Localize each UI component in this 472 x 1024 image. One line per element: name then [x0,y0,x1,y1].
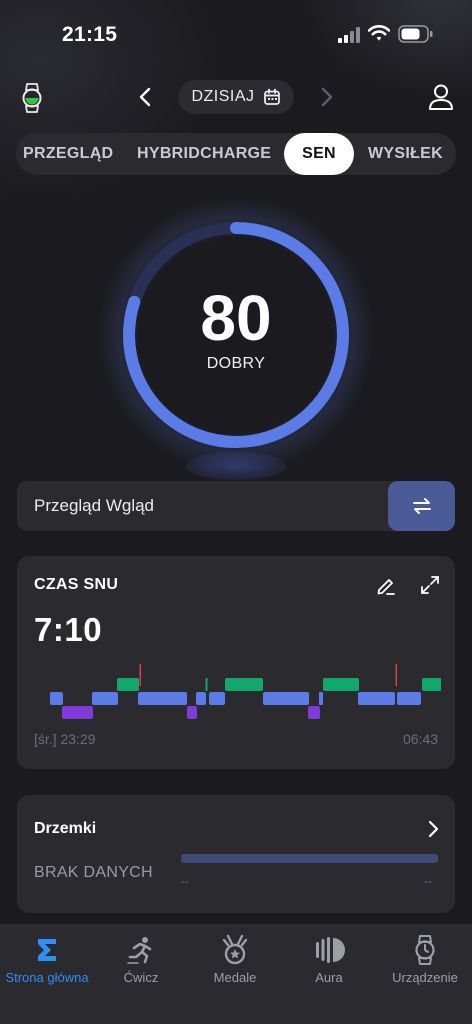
nav-medals[interactable]: Medale [188,932,282,985]
bottom-navigation: Strona główna Ćwicz Medale Aura Urządzen… [0,924,472,1024]
sleep-duration: 7:10 [34,611,103,648]
previous-day-button[interactable] [136,86,156,108]
battery-icon [398,25,433,43]
insight-label: Przegląd Wgląd [34,496,155,515]
status-time: 21:15 [62,23,118,46]
nav-exercise[interactable]: Ćwicz [94,932,188,985]
next-day-button[interactable] [316,86,336,108]
sleep-time-card[interactable]: CZAS SNU 7:10 [śr.] 23:29 06:43 [17,556,455,769]
naps-start-dash: -- [181,874,189,888]
signal-icon [338,27,360,43]
sleep-time-title: CZAS SNU [34,576,119,593]
watch-status-icon[interactable] [20,82,44,114]
naps-end-dash: -- [424,874,432,888]
nav-medals-label: Medale [213,970,257,985]
swap-icon [412,498,431,514]
expand-icon[interactable] [419,574,441,596]
stage-deep [308,706,320,719]
nav-home[interactable]: Strona główna [0,932,94,985]
swap-view-button[interactable] [388,481,455,531]
stage-light [92,692,118,705]
sleep-score-value: 80 [200,282,272,354]
stage-rem [323,678,359,691]
aura-icon [316,937,345,963]
profile-icon[interactable] [427,83,455,111]
status-bar: 21:15 [0,0,472,70]
nav-aura-label: Aura [315,970,343,985]
sigma-icon [38,939,56,961]
stage-light [138,692,187,705]
stage-awake [395,664,397,686]
nav-aura[interactable]: Aura [282,932,376,985]
watch-icon [415,935,435,965]
date-label: DZISIAJ [191,88,255,105]
stage-light [319,692,323,705]
section-tabs: PRZEGLĄD HYBRIDCHARGE SEN WYSIŁEK [16,133,456,175]
naps-no-data: BRAK DANYCH [34,864,153,881]
sleep-start-time: [śr.] 23:29 [34,731,96,747]
stage-light [196,692,206,705]
stage-awake [139,664,141,686]
naps-card[interactable]: Drzemki BRAK DANYCH -- -- [17,795,455,913]
stage-light [50,692,63,705]
tab-sen[interactable]: SEN [284,133,354,175]
medal-icon [222,934,248,965]
chevron-right-icon[interactable] [425,819,441,839]
stage-light [263,692,309,705]
tab-hybridcharge[interactable]: HYBRIDCHARGE [137,133,277,175]
sleep-score-label: DOBRY [206,355,266,372]
stage-deep [62,706,93,719]
sleep-hypnogram [50,664,441,719]
stage-rem [225,678,263,691]
running-icon [127,937,152,964]
sleep-end-time: 06:43 [402,731,438,747]
stage-rem [422,678,441,691]
wifi-icon [368,25,390,41]
stage-rem [205,678,208,691]
tab-przeglad[interactable]: PRZEGLĄD [23,133,117,175]
naps-timeline-bar [181,854,438,863]
stage-deep [187,706,197,719]
date-selector[interactable]: DZISIAJ [178,80,294,114]
calendar-icon [263,88,280,105]
top-navigation: DZISIAJ [0,78,472,118]
nav-device[interactable]: Urządzenie [378,932,472,985]
nav-exercise-label: Ćwicz [123,970,159,985]
edit-icon[interactable] [375,574,397,596]
nav-home-label: Strona główna [5,970,89,985]
stage-light [397,692,421,705]
stage-rem [117,678,139,691]
insight-row[interactable]: Przegląd Wgląd [17,481,455,531]
stage-light [358,692,395,705]
stage-light [209,692,225,705]
score-glow [186,452,286,480]
tab-wysilek[interactable]: WYSIŁEK [368,133,452,175]
nav-device-label: Urządzenie [392,970,458,985]
naps-title: Drzemki [34,820,97,837]
